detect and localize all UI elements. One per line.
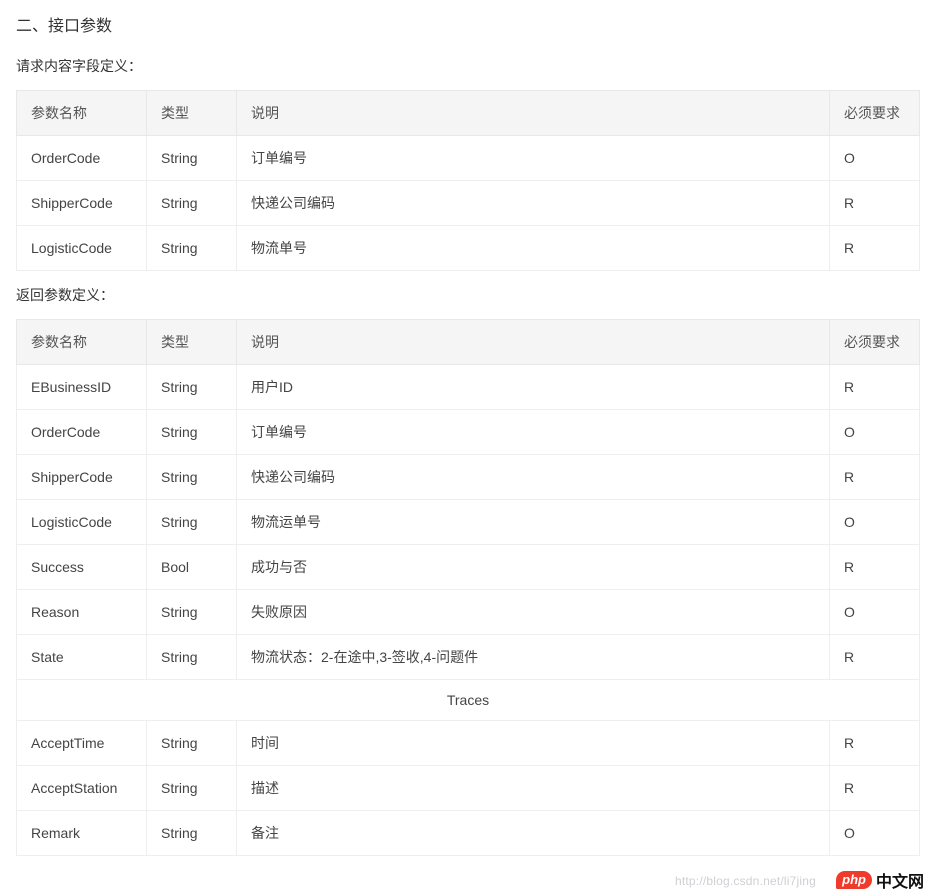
- table-row: Remark String 备注 O: [17, 811, 920, 856]
- cell-param-type: String: [147, 181, 237, 226]
- cell-param-type: String: [147, 721, 237, 766]
- table-row: ShipperCode String 快递公司编码 R: [17, 181, 920, 226]
- cell-param-name: OrderCode: [17, 410, 147, 455]
- watermark-text: http://blog.csdn.net/li7jing: [675, 874, 816, 888]
- cell-param-desc: 订单编号: [237, 136, 830, 181]
- cell-param-name: State: [17, 635, 147, 680]
- cell-param-desc: 物流状态：2-在途中,3-签收,4-问题件: [237, 635, 830, 680]
- cell-param-req: R: [830, 545, 920, 590]
- cell-param-req: O: [830, 136, 920, 181]
- brand-badge: php 中文网: [836, 868, 924, 892]
- cell-param-req: O: [830, 500, 920, 545]
- cell-param-desc: 时间: [237, 721, 830, 766]
- cell-param-name: AcceptStation: [17, 766, 147, 811]
- table-row: LogisticCode String 物流运单号 O: [17, 500, 920, 545]
- cell-param-type: String: [147, 635, 237, 680]
- col-header-type: 类型: [147, 91, 237, 136]
- cell-param-desc: 物流运单号: [237, 500, 830, 545]
- table-header-row: 参数名称 类型 说明 必须要求: [17, 320, 920, 365]
- col-header-desc: 说明: [237, 91, 830, 136]
- cell-param-name: AcceptTime: [17, 721, 147, 766]
- brand-logo-icon: php: [836, 871, 872, 889]
- col-header-req: 必须要求: [830, 320, 920, 365]
- table-header-row: 参数名称 类型 说明 必须要求: [17, 91, 920, 136]
- col-header-req: 必须要求: [830, 91, 920, 136]
- traces-label: Traces: [17, 680, 920, 721]
- cell-param-req: R: [830, 766, 920, 811]
- cell-param-name: LogisticCode: [17, 500, 147, 545]
- cell-param-type: String: [147, 455, 237, 500]
- cell-param-desc: 备注: [237, 811, 830, 856]
- cell-param-name: Remark: [17, 811, 147, 856]
- cell-param-req: R: [830, 455, 920, 500]
- response-subtitle: 返回参数定义：: [16, 285, 920, 305]
- cell-param-type: String: [147, 811, 237, 856]
- table-row: AcceptTime String 时间 R: [17, 721, 920, 766]
- cell-param-name: Reason: [17, 590, 147, 635]
- cell-param-desc: 失败原因: [237, 590, 830, 635]
- cell-param-type: String: [147, 766, 237, 811]
- table-row: ShipperCode String 快递公司编码 R: [17, 455, 920, 500]
- cell-param-desc: 描述: [237, 766, 830, 811]
- cell-param-name: ShipperCode: [17, 181, 147, 226]
- cell-param-desc: 用户ID: [237, 365, 830, 410]
- cell-param-name: EBusinessID: [17, 365, 147, 410]
- col-header-desc: 说明: [237, 320, 830, 365]
- cell-param-name: OrderCode: [17, 136, 147, 181]
- col-header-type: 类型: [147, 320, 237, 365]
- traces-subheader-row: Traces: [17, 680, 920, 721]
- response-params-table: 参数名称 类型 说明 必须要求 EBusinessID String 用户ID …: [16, 319, 920, 856]
- cell-param-type: Bool: [147, 545, 237, 590]
- cell-param-desc: 成功与否: [237, 545, 830, 590]
- cell-param-req: R: [830, 226, 920, 271]
- cell-param-req: R: [830, 181, 920, 226]
- request-subtitle: 请求内容字段定义：: [16, 56, 920, 76]
- table-row: OrderCode String 订单编号 O: [17, 410, 920, 455]
- request-params-table: 参数名称 类型 说明 必须要求 OrderCode String 订单编号 O …: [16, 90, 920, 271]
- cell-param-req: R: [830, 365, 920, 410]
- cell-param-name: LogisticCode: [17, 226, 147, 271]
- cell-param-desc: 物流单号: [237, 226, 830, 271]
- table-row: AcceptStation String 描述 R: [17, 766, 920, 811]
- table-row: State String 物流状态：2-在途中,3-签收,4-问题件 R: [17, 635, 920, 680]
- cell-param-name: ShipperCode: [17, 455, 147, 500]
- cell-param-req: O: [830, 590, 920, 635]
- table-row: OrderCode String 订单编号 O: [17, 136, 920, 181]
- cell-param-type: String: [147, 590, 237, 635]
- cell-param-req: O: [830, 410, 920, 455]
- cell-param-desc: 快递公司编码: [237, 455, 830, 500]
- cell-param-req: O: [830, 811, 920, 856]
- table-row: EBusinessID String 用户ID R: [17, 365, 920, 410]
- cell-param-req: R: [830, 721, 920, 766]
- cell-param-desc: 快递公司编码: [237, 181, 830, 226]
- cell-param-desc: 订单编号: [237, 410, 830, 455]
- section-heading: 二、接口参数: [16, 12, 920, 36]
- table-row: Success Bool 成功与否 R: [17, 545, 920, 590]
- table-row: LogisticCode String 物流单号 R: [17, 226, 920, 271]
- brand-text: 中文网: [876, 868, 924, 892]
- col-header-name: 参数名称: [17, 320, 147, 365]
- cell-param-type: String: [147, 410, 237, 455]
- cell-param-name: Success: [17, 545, 147, 590]
- cell-param-type: String: [147, 136, 237, 181]
- col-header-name: 参数名称: [17, 91, 147, 136]
- cell-param-type: String: [147, 226, 237, 271]
- table-row: Reason String 失败原因 O: [17, 590, 920, 635]
- cell-param-type: String: [147, 500, 237, 545]
- cell-param-req: R: [830, 635, 920, 680]
- cell-param-type: String: [147, 365, 237, 410]
